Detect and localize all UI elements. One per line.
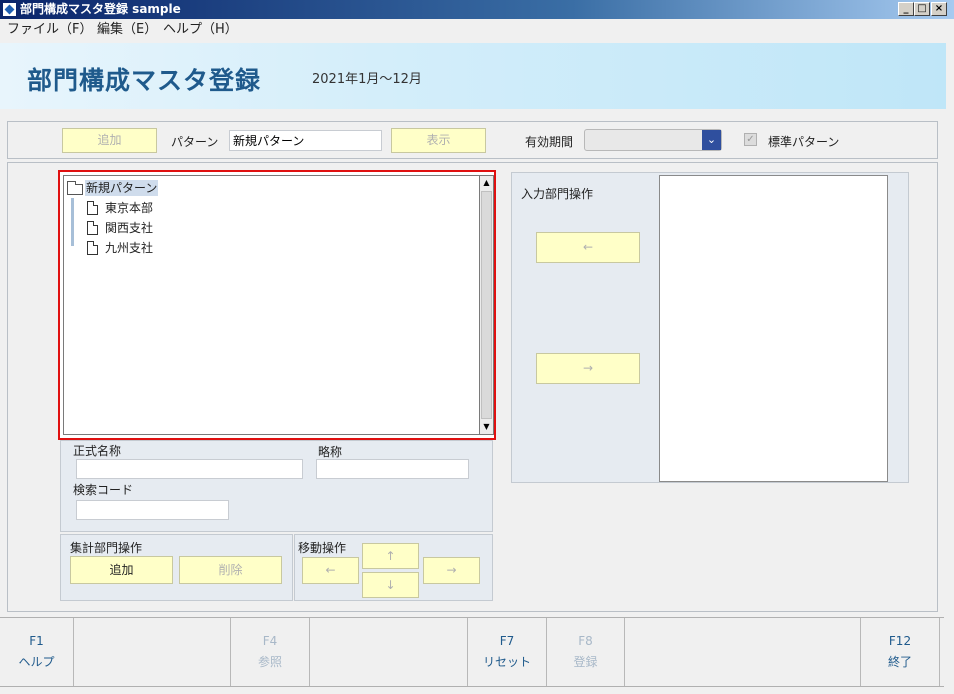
chevron-down-icon[interactable]: ⌄ (702, 130, 721, 150)
official-name-label: 正式名称 (73, 444, 122, 458)
tree-root-node[interactable]: 新規パターン (85, 180, 159, 196)
move-right-button[interactable]: → (423, 557, 480, 584)
details-panel: 正式名称 略称 検索コード (60, 440, 493, 532)
standard-pattern-label: 標準パターン (768, 135, 840, 149)
f8-register-button[interactable]: F8 登録 (547, 618, 625, 686)
f7-reset-button[interactable]: F7 リセット (468, 618, 547, 686)
delete-aggregate-button[interactable]: 削除 (179, 556, 282, 584)
document-icon (87, 201, 98, 215)
tree-guide (71, 198, 74, 246)
input-dept-right-button[interactable]: → (536, 353, 640, 384)
aggregate-title: 集計部門操作 (70, 541, 143, 555)
menu-edit[interactable]: 編集（E） (97, 22, 157, 38)
search-code-label: 検索コード (73, 483, 134, 497)
valid-period-label: 有効期間 (525, 135, 574, 149)
scroll-thumb[interactable] (481, 191, 492, 419)
abbreviation-label: 略称 (318, 445, 343, 459)
input-dept-list[interactable] (659, 175, 888, 482)
f4-reference-button[interactable]: F4 参照 (231, 618, 310, 686)
move-title: 移動操作 (298, 541, 347, 555)
page-header: 部門構成マスタ登録 2021年1月～12月 (0, 43, 946, 109)
department-tree[interactable]: 新規パターン 東京本部 関西支社 九州支社 ▲ ▼ (58, 170, 496, 440)
valid-period-select[interactable]: ⌄ (584, 129, 722, 151)
fkey-empty (625, 618, 861, 686)
title-bar: 部門構成マスタ登録 sample _ □ × (0, 0, 954, 19)
tree-content: 新規パターン 東京本部 関西支社 九州支社 (63, 175, 479, 435)
menu-help[interactable]: ヘルプ（H） (163, 22, 238, 38)
move-up-button[interactable]: ↑ (362, 543, 419, 569)
f12-exit-button[interactable]: F12 終了 (861, 618, 940, 686)
fkey-empty (310, 618, 468, 686)
show-button[interactable]: 表示 (391, 128, 486, 153)
standard-pattern-checkbox[interactable]: ✓ (744, 133, 757, 146)
input-dept-left-button[interactable]: ← (536, 232, 640, 263)
tree-scrollbar[interactable]: ▲ ▼ (479, 175, 494, 435)
app-icon (2, 2, 17, 17)
menu-bar: ファイル（F） 編集（E） ヘルプ（H） (0, 19, 954, 41)
menu-file[interactable]: ファイル（F） (7, 22, 92, 38)
period-label: 2021年1月～12月 (312, 72, 422, 87)
maximize-button[interactable]: □ (914, 2, 930, 16)
search-code-input[interactable] (76, 500, 229, 520)
f1-help-button[interactable]: F1 ヘルプ (0, 618, 74, 686)
move-panel: 移動操作 ← ↑ ↓ → (294, 534, 493, 601)
document-icon (87, 221, 98, 235)
toolbar-panel: 追加 パターン 表示 有効期間 ⌄ ✓ 標準パターン (7, 121, 938, 159)
aggregate-panel: 集計部門操作 追加 削除 (60, 534, 293, 601)
tree-node-kyushu[interactable]: 九州支社 (105, 240, 153, 256)
page-title: 部門構成マスタ登録 (27, 66, 262, 95)
input-dept-panel: 入力部門操作 ← → (511, 172, 909, 483)
add-aggregate-button[interactable]: 追加 (70, 556, 173, 584)
move-down-button[interactable]: ↓ (362, 572, 419, 598)
folder-icon (67, 181, 83, 195)
fkey-empty (74, 618, 231, 686)
add-pattern-button[interactable]: 追加 (62, 128, 157, 153)
function-key-bar: F1 ヘルプ F4 参照 F7 リセット F8 登録 F12 終了 (0, 617, 944, 687)
tree-node-kansai[interactable]: 関西支社 (105, 220, 153, 236)
move-left-button[interactable]: ← (302, 557, 359, 584)
input-dept-title: 入力部門操作 (521, 187, 594, 201)
official-name-input[interactable] (76, 459, 303, 479)
scroll-down-icon[interactable]: ▼ (480, 420, 493, 434)
pattern-input[interactable] (229, 130, 382, 151)
pattern-label: パターン (171, 135, 219, 149)
window-title: 部門構成マスタ登録 sample (20, 2, 181, 16)
minimize-button[interactable]: _ (898, 2, 914, 16)
document-icon (87, 241, 98, 255)
abbreviation-input[interactable] (316, 459, 469, 479)
scroll-up-icon[interactable]: ▲ (480, 176, 493, 190)
tree-node-tokyo[interactable]: 東京本部 (105, 200, 153, 216)
close-button[interactable]: × (931, 2, 947, 16)
